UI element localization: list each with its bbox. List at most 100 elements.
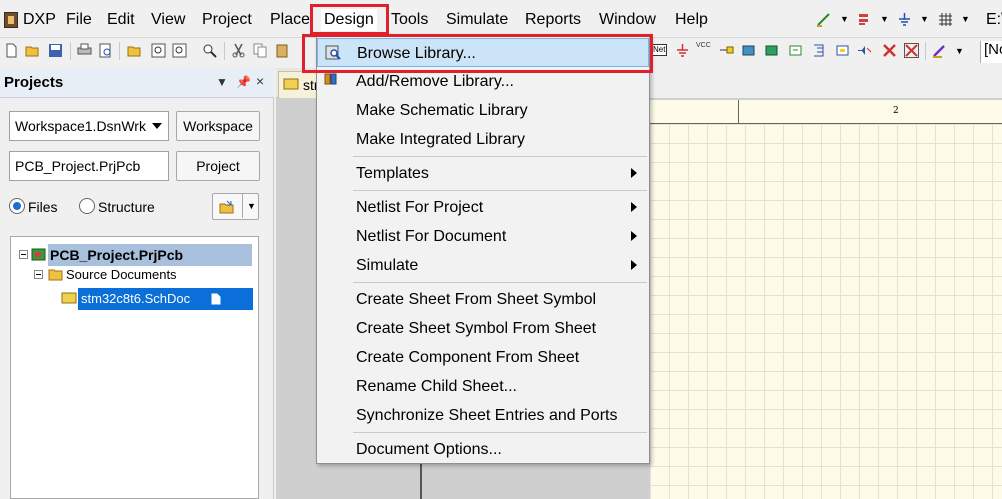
menu-item-add-remove-library[interactable]: Add/Remove Library... (317, 67, 649, 96)
menu-help[interactable]: Help (675, 9, 708, 31)
zoom-icon[interactable] (202, 43, 217, 58)
menu-item-templates[interactable]: Templates (317, 159, 649, 188)
structure-radio[interactable] (79, 198, 95, 214)
menu-item-create-component-from-sheet[interactable]: Create Component From Sheet (317, 343, 649, 372)
document-selector[interactable]: [No (980, 41, 1002, 63)
workspace-select[interactable]: Workspace1.DsnWrk (9, 111, 169, 141)
menu-reports[interactable]: Reports (525, 9, 581, 31)
chevron-down-icon: ▼ (247, 201, 256, 211)
files-radio-label: Files (28, 199, 58, 215)
sheet-entry-icon[interactable] (788, 43, 803, 58)
net-label-icon[interactable]: Net (651, 44, 668, 56)
menu-edit[interactable]: Edit (107, 9, 135, 31)
menu-item-browse-library[interactable]: Browse Library... (317, 38, 649, 67)
sheet-symbol-icon[interactable] (764, 43, 779, 58)
panel-header: Projects ▼ 📌 × (0, 68, 274, 98)
dropdown-arrow-icon[interactable]: ▼ (920, 14, 929, 24)
ruler-label: 2 (893, 106, 899, 116)
menu-file[interactable]: File (66, 9, 92, 31)
schematic-sheet[interactable] (650, 100, 1002, 499)
save-icon[interactable] (48, 43, 63, 58)
ground-icon[interactable] (897, 12, 912, 27)
structure-radio-label: Structure (98, 199, 155, 215)
browse-library-icon (325, 45, 341, 60)
menu-item-netlist-for-project[interactable]: Netlist For Project (317, 193, 649, 222)
menu-place[interactable]: Place (270, 9, 310, 31)
no-erc-double-cross-icon[interactable] (904, 43, 919, 58)
dropdown-arrow-icon[interactable]: ▼ (955, 46, 964, 56)
dropdown-arrow-icon[interactable]: ▼ (961, 14, 970, 24)
drawing-tools-icon[interactable] (932, 43, 947, 58)
document-tab[interactable]: str (278, 71, 319, 98)
no-erc-cross-icon[interactable] (882, 43, 897, 58)
port-icon[interactable] (719, 43, 734, 58)
design-menu: Browse Library... Add/Remove Library... … (316, 34, 650, 464)
part-icon[interactable] (741, 43, 756, 58)
harness-icon[interactable] (811, 43, 826, 58)
menu-separator (353, 432, 647, 433)
menu-item-synchronize-sheet-entries[interactable]: Synchronize Sheet Entries and Ports (317, 401, 649, 430)
grid-icon[interactable] (938, 12, 953, 27)
menu-item-label: Create Sheet Symbol From Sheet (356, 320, 597, 337)
menu-item-simulate[interactable]: Simulate (317, 251, 649, 280)
dxp-logo-icon[interactable] (4, 12, 18, 28)
zoom-area-icon[interactable] (172, 43, 187, 58)
tree-item-source-documents[interactable]: Source Documents (66, 266, 177, 284)
menu-item-create-symbol-from-sheet[interactable]: Create Sheet Symbol From Sheet (317, 314, 649, 343)
menu-item-label: Browse Library... (357, 45, 476, 62)
project-field[interactable]: PCB_Project.PrjPcb (9, 151, 169, 181)
menu-project[interactable]: Project (202, 9, 252, 31)
project-options-button[interactable]: ▼ (212, 193, 259, 220)
wire-draw-icon[interactable] (816, 12, 831, 27)
schematic-doc-icon (61, 292, 77, 304)
menu-design[interactable]: Design (321, 9, 377, 31)
collapse-icon[interactable] (34, 270, 43, 279)
vcc-power-port-icon[interactable]: VCC (696, 42, 711, 49)
zoom-fit-icon[interactable] (151, 43, 166, 58)
tree-item-schdoc[interactable]: stm32c8t6.SchDoc (78, 288, 253, 310)
pin-icon[interactable]: 📌 (236, 75, 251, 89)
tree-item-project[interactable]: PCB_Project.PrjPcb (48, 244, 252, 266)
new-document-icon[interactable] (4, 43, 19, 58)
menu-item-label: Make Schematic Library (356, 102, 528, 119)
menu-item-make-integrated-library[interactable]: Make Integrated Library (317, 125, 649, 154)
menu-tools[interactable]: Tools (391, 9, 428, 31)
device-sheet-icon[interactable] (835, 43, 850, 58)
cut-icon[interactable] (231, 43, 246, 58)
paste-icon[interactable] (275, 43, 290, 58)
open-project-icon[interactable] (127, 43, 142, 58)
menu-item-rename-child-sheet[interactable]: Rename Child Sheet... (317, 372, 649, 401)
close-icon[interactable]: × (256, 73, 264, 89)
dropdown-arrow-icon[interactable]: ▼ (840, 14, 849, 24)
copy-icon[interactable] (253, 43, 268, 58)
menu-separator (353, 190, 647, 191)
menu-item-label: Synchronize Sheet Entries and Ports (356, 407, 618, 424)
menu-item-make-schematic-library[interactable]: Make Schematic Library (317, 96, 649, 125)
open-folder-icon[interactable] (25, 43, 40, 58)
panel-menu-icon[interactable]: ▼ (216, 75, 228, 89)
menu-dxp[interactable]: DXP (23, 9, 56, 31)
bus-icon[interactable] (857, 12, 872, 27)
dropdown-arrow-icon[interactable]: ▼ (880, 14, 889, 24)
sheet-border-ruler: 2 (650, 100, 1002, 124)
print-preview-icon[interactable] (98, 43, 113, 58)
menu-item-label: Create Component From Sheet (356, 349, 580, 366)
menu-view[interactable]: View (151, 9, 185, 31)
menu-item-label: Netlist For Document (356, 228, 507, 245)
menu-item-netlist-for-document[interactable]: Netlist For Document (317, 222, 649, 251)
panel-title: Projects (4, 74, 64, 91)
menu-item-label: Make Integrated Library (356, 131, 525, 148)
files-radio[interactable] (9, 198, 25, 214)
directive-icon[interactable] (857, 43, 872, 58)
menu-item-document-options[interactable]: Document Options... (317, 435, 649, 464)
toolbar-separator (70, 42, 71, 60)
menu-item-create-sheet-from-symbol[interactable]: Create Sheet From Sheet Symbol (317, 285, 649, 314)
gnd-power-port-icon[interactable] (675, 43, 690, 58)
project-button[interactable]: Project (176, 151, 260, 181)
menu-simulate[interactable]: Simulate (446, 9, 508, 31)
menu-window[interactable]: Window (599, 9, 656, 31)
print-icon[interactable] (77, 43, 92, 58)
collapse-icon[interactable] (19, 250, 28, 259)
workspace-button[interactable]: Workspace (176, 111, 260, 141)
toolbar-separator (224, 42, 225, 60)
